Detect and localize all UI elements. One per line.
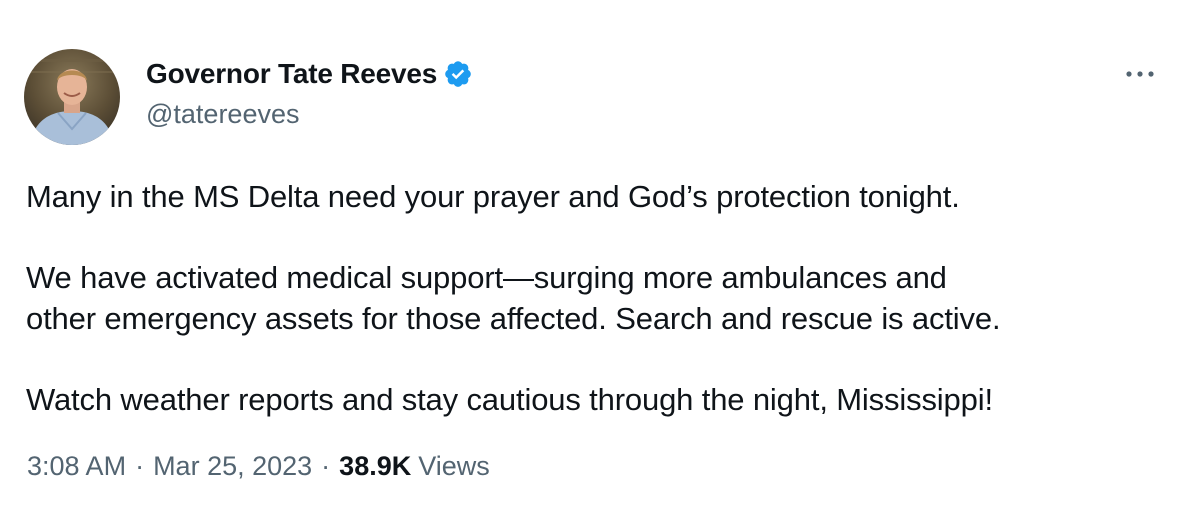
tweet-card: Governor Tate Reeves @tatereeves Many in… <box>0 0 1186 518</box>
profile-photo <box>24 49 120 145</box>
tweet-metadata: 3:08 AM · Mar 25, 2023 · 38.9K Views <box>27 451 490 482</box>
views-count[interactable]: 38.9K <box>339 451 411 482</box>
tweet-date[interactable]: Mar 25, 2023 <box>153 451 312 482</box>
tweet-paragraph: Watch weather reports and stay cautious … <box>26 382 993 417</box>
separator: · <box>135 451 145 481</box>
tweet-time[interactable]: 3:08 AM <box>27 451 126 482</box>
separator: · <box>321 451 331 481</box>
more-options-icon[interactable] <box>1122 60 1158 88</box>
verified-badge-icon[interactable] <box>443 59 473 89</box>
author-name-row: Governor Tate Reeves <box>146 56 473 92</box>
avatar[interactable] <box>24 49 120 145</box>
author-handle[interactable]: @tatereeves <box>146 99 299 130</box>
views-label[interactable]: Views <box>418 451 490 482</box>
tweet-paragraph: We have activated medical support—surgin… <box>26 260 1001 336</box>
tweet-paragraph: Many in the MS Delta need your prayer an… <box>26 179 960 214</box>
tweet-text: Many in the MS Delta need your prayer an… <box>26 176 1166 420</box>
display-name[interactable]: Governor Tate Reeves <box>146 58 437 90</box>
